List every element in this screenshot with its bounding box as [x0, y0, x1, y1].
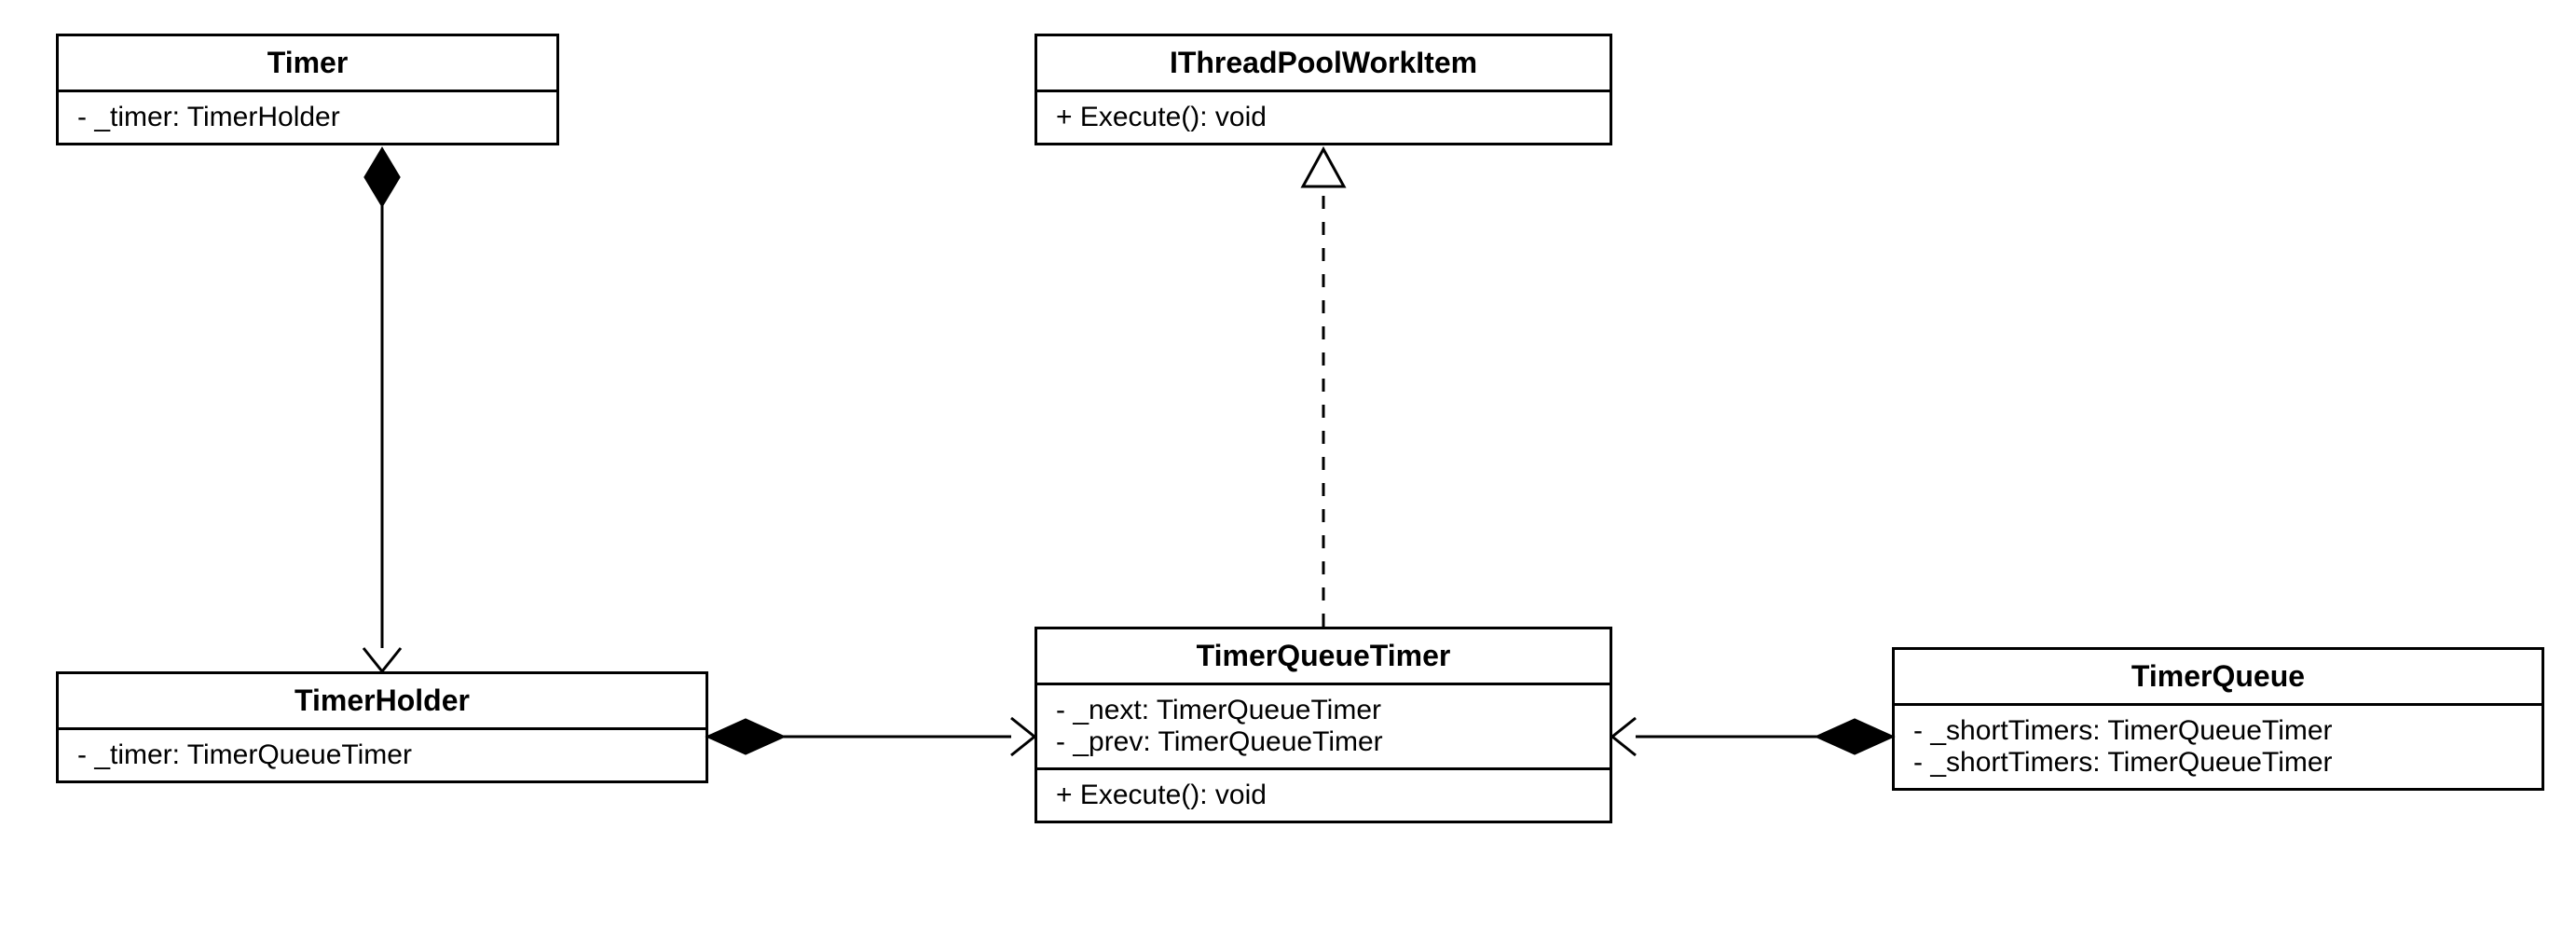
class-timerqueuetimer-attr1: - _prev: TimerQueueTimer: [1056, 726, 1591, 758]
class-timerqueuetimer-attr0: - _next: TimerQueueTimer: [1056, 695, 1591, 726]
class-timerqueue-name: TimerQueue: [1895, 650, 2542, 706]
class-timerqueuetimer: TimerQueueTimer - _next: TimerQueueTimer…: [1035, 627, 1612, 823]
class-timerholder: TimerHolder - _timer: TimerQueueTimer: [56, 671, 708, 783]
class-timerqueue-attrs: - _shortTimers: TimerQueueTimer - _short…: [1895, 706, 2542, 788]
class-timerqueue-attr0: - _shortTimers: TimerQueueTimer: [1913, 715, 2523, 747]
class-ithreadpoolworkitem: IThreadPoolWorkItem + Execute(): void: [1035, 34, 1612, 145]
class-timer-name: Timer: [59, 36, 556, 92]
class-timerqueuetimer-attrs: - _next: TimerQueueTimer - _prev: TimerQ…: [1037, 685, 1610, 770]
class-timer-attr0: - _timer: TimerHolder: [59, 92, 556, 143]
class-timerholder-name: TimerHolder: [59, 674, 706, 730]
class-timer: Timer - _timer: TimerHolder: [56, 34, 559, 145]
class-ithreadpoolworkitem-meth0: + Execute(): void: [1037, 92, 1610, 143]
class-timerholder-attr0: - _timer: TimerQueueTimer: [59, 730, 706, 780]
class-timerqueuetimer-name: TimerQueueTimer: [1037, 629, 1610, 685]
class-timerqueue: TimerQueue - _shortTimers: TimerQueueTim…: [1892, 647, 2544, 791]
class-timerqueue-attr1: - _shortTimers: TimerQueueTimer: [1913, 747, 2523, 779]
class-timerqueuetimer-meth0: + Execute(): void: [1037, 770, 1610, 821]
class-ithreadpoolworkitem-name: IThreadPoolWorkItem: [1037, 36, 1610, 92]
